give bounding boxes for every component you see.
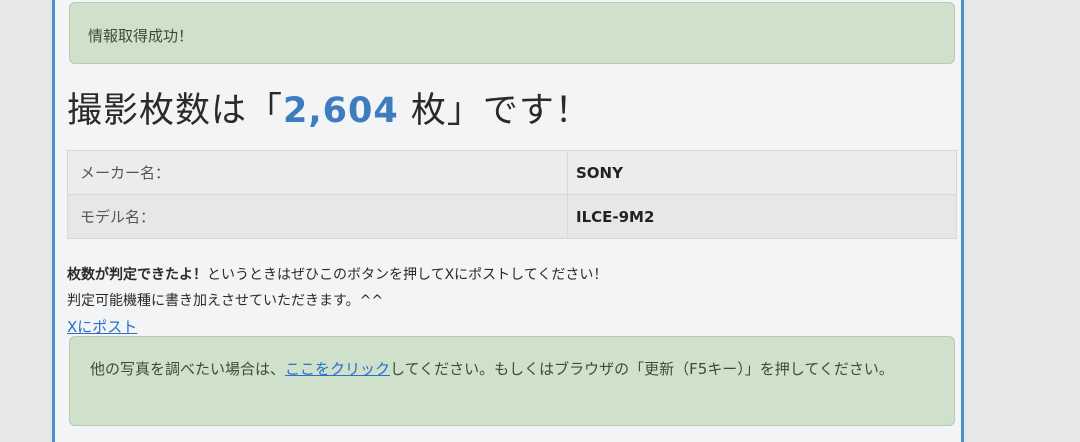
post-to-x-link[interactable]: Xにポスト xyxy=(67,316,137,337)
result-panel: 情報取得成功！ 撮影枚数は「2,604 枚」です！ メーカー名： SONY モデ… xyxy=(52,0,964,442)
shot-count-headline: 撮影枚数は「2,604 枚」です！ xyxy=(67,82,591,133)
shot-count-value: 2,604 xyxy=(283,91,399,131)
headline-suffix: 枚」です！ xyxy=(398,91,591,131)
camera-info-table: メーカー名： SONY モデル名： ILCE-9M2 xyxy=(67,150,957,239)
model-label: モデル名： xyxy=(67,194,568,239)
headline-prefix: 撮影枚数は「 xyxy=(67,91,284,131)
message-line-1: 枚数が判定できたよ！というときはぜひこのボタンを押してXにポストしてください！ xyxy=(67,262,607,288)
maker-value: SONY xyxy=(567,150,957,195)
message-line-2: 判定可能機種に書き加えさせていただきます。^^ xyxy=(67,293,384,309)
model-value: ILCE-9M2 xyxy=(567,194,957,239)
post-request-message: 枚数が判定できたよ！というときはぜひこのボタンを押してXにポストしてください！ … xyxy=(67,262,607,314)
retry-text-after: してください。もしくはブラウザの「更新（F5キー）」を押してください。 xyxy=(390,360,894,378)
message-rest: というときはぜひこのボタンを押してXにポストしてください！ xyxy=(207,267,608,283)
table-row: メーカー名： SONY xyxy=(67,150,957,195)
maker-label: メーカー名： xyxy=(67,150,568,195)
retry-text-before: 他の写真を調べたい場合は、 xyxy=(90,360,286,378)
click-here-link[interactable]: ここをクリック xyxy=(285,360,390,378)
retry-alert: 他の写真を調べたい場合は、ここをクリックしてください。もしくはブラウザの「更新（… xyxy=(69,336,955,426)
message-bold: 枚数が判定できたよ！ xyxy=(67,267,207,283)
success-alert: 情報取得成功！ xyxy=(69,2,955,64)
table-row: モデル名： ILCE-9M2 xyxy=(67,194,957,239)
success-alert-text: 情報取得成功！ xyxy=(88,27,194,45)
